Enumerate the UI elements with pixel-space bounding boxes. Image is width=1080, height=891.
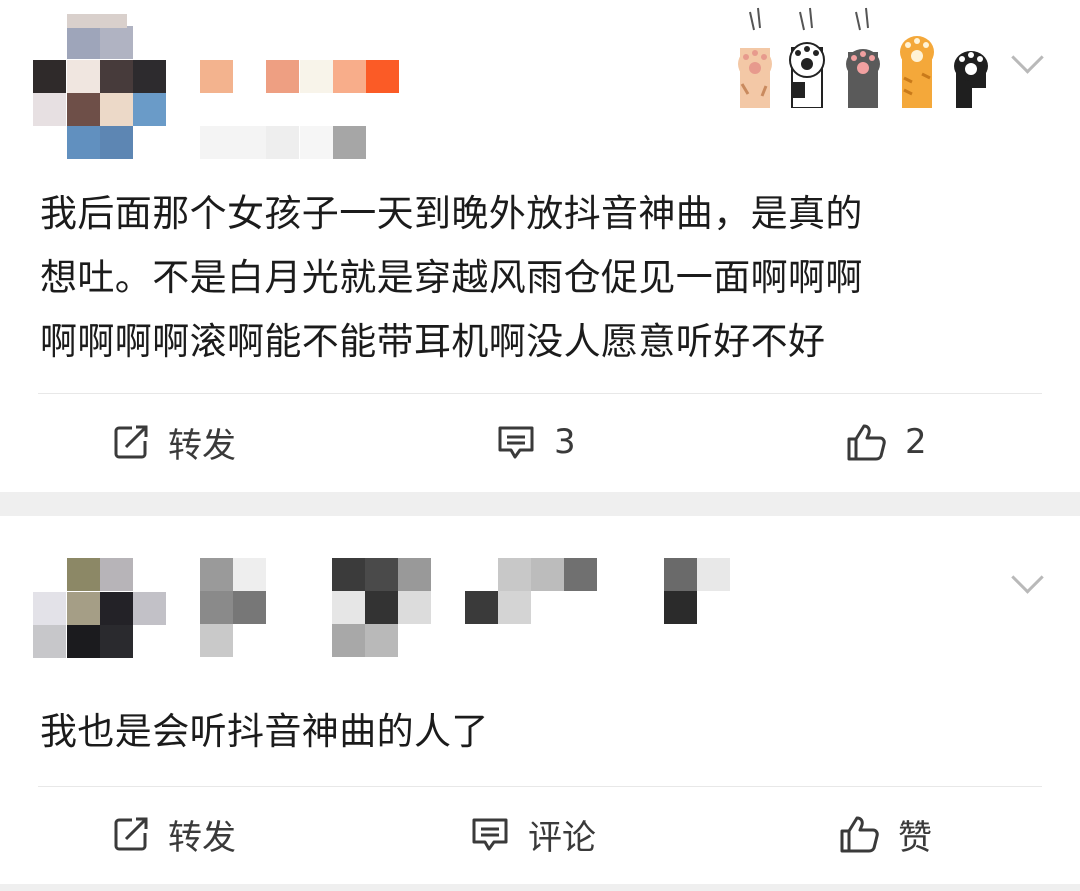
comment-label: 评论 [528, 817, 596, 858]
like-button[interactable]: 赞 [838, 810, 932, 858]
repost-icon [114, 817, 148, 851]
avatar[interactable] [33, 558, 168, 673]
comment-count: 3 [554, 422, 576, 462]
repost-label: 转发 [168, 425, 236, 466]
divider [38, 393, 1042, 394]
comment-button[interactable]: 3 [496, 418, 576, 466]
chevron-down-icon[interactable] [1011, 41, 1044, 74]
username[interactable] [200, 558, 760, 658]
like-icon [847, 424, 886, 461]
repost-button[interactable]: 转发 [112, 810, 236, 858]
post-content: 我也是会听抖音神曲的人了 [40, 700, 489, 764]
post-content-line: 啊啊啊啊滚啊能不能带耳机啊没人愿意听好不好 [40, 320, 826, 363]
post-content-line: 我后面那个女孩子一天到晚外放抖音神曲，是真的 [40, 192, 863, 235]
divider [38, 786, 1042, 787]
post-card: 我后面那个女孩子一天到晚外放抖音神曲，是真的 想吐。不是白月光就是穿越风雨仓促见… [0, 0, 1080, 492]
comment-icon [498, 426, 534, 459]
post-content-line: 想吐。不是白月光就是穿越风雨仓促见一面啊啊啊 [40, 256, 863, 299]
comment-button[interactable]: 评论 [470, 810, 596, 858]
avatar[interactable] [33, 14, 168, 161]
comment-icon [472, 818, 508, 851]
like-icon [840, 816, 879, 853]
like-label: 赞 [898, 817, 932, 858]
chevron-down-icon[interactable] [1011, 561, 1044, 594]
username[interactable] [200, 60, 400, 93]
post-separator [0, 492, 1080, 516]
repost-icon [114, 425, 148, 459]
repost-button[interactable]: 转发 [112, 418, 236, 466]
cat-paw-decoration-icon [738, 7, 988, 108]
post-meta [200, 126, 370, 159]
post-content: 我后面那个女孩子一天到晚外放抖音神曲，是真的 想吐。不是白月光就是穿越风雨仓促见… [40, 182, 863, 374]
like-count: 2 [905, 422, 927, 462]
post-content-line: 我也是会听抖音神曲的人了 [40, 710, 489, 753]
post-separator [0, 884, 1080, 891]
like-button[interactable]: 2 [845, 418, 927, 466]
repost-label: 转发 [168, 817, 236, 858]
post-card: 我也是会听抖音神曲的人了 转发 评论 赞 [0, 516, 1080, 891]
